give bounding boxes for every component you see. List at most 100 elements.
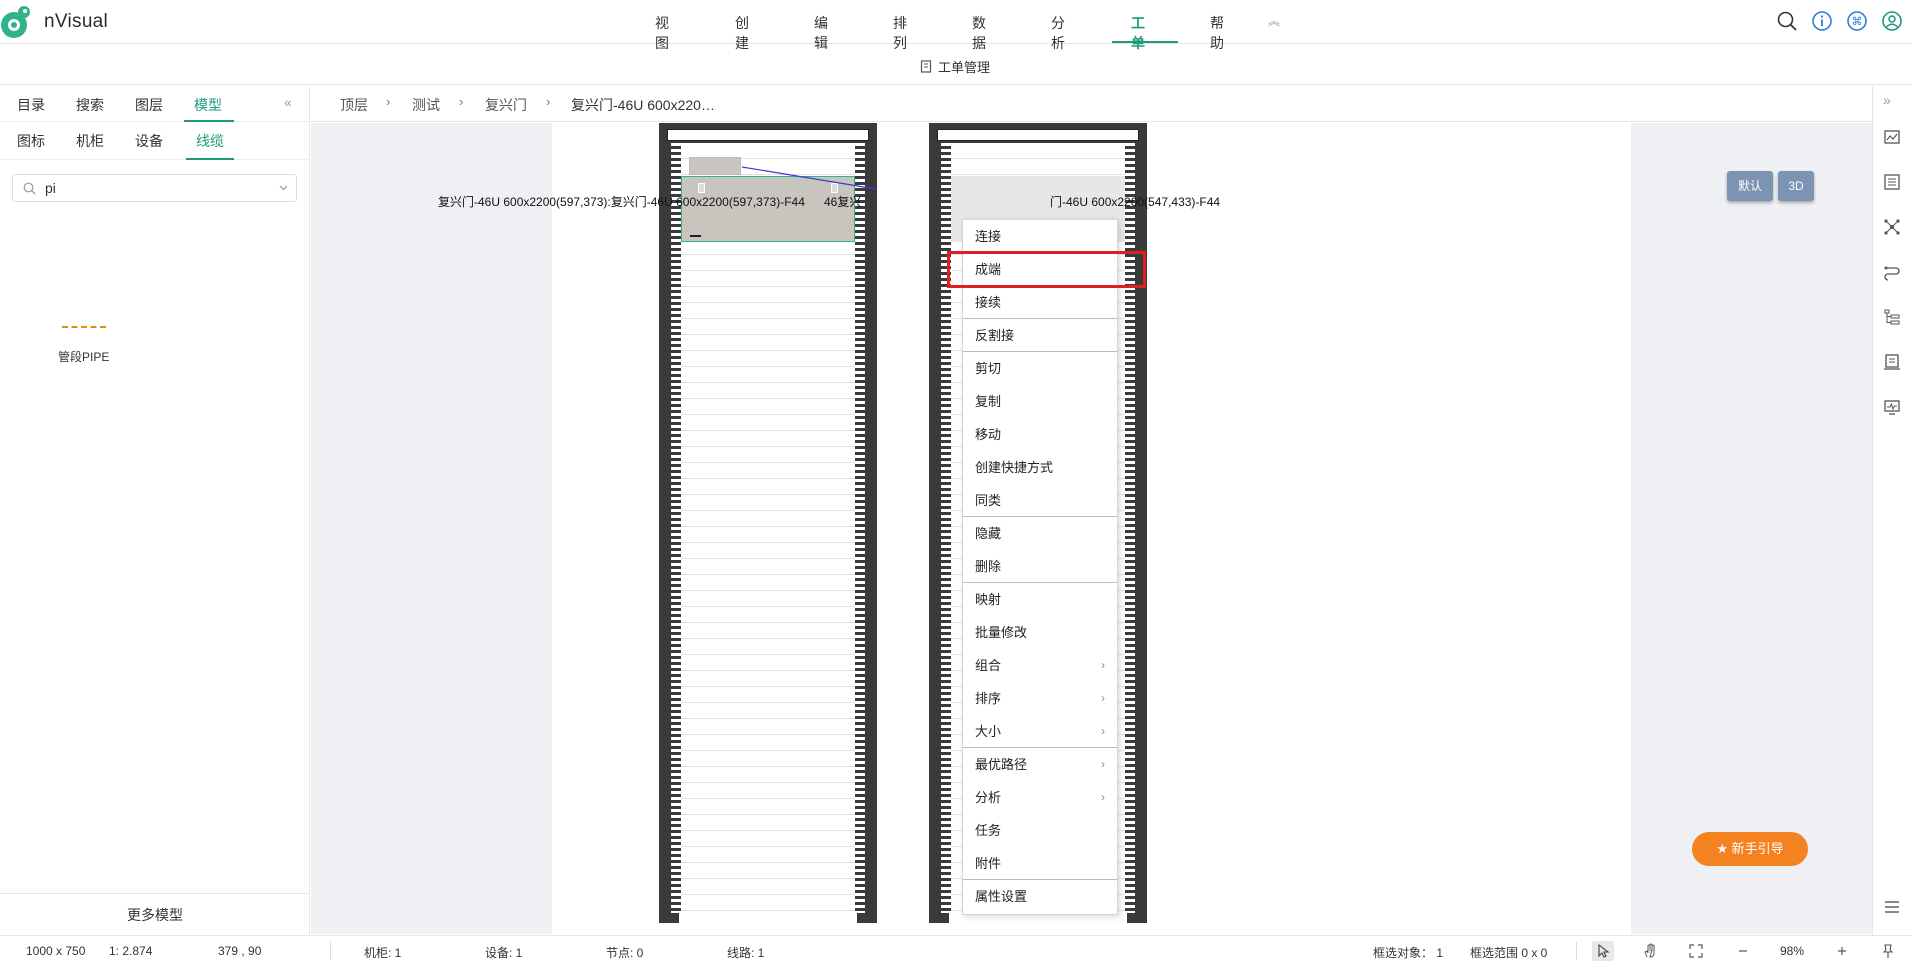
logo-mark-icon [1, 6, 30, 38]
search-icon[interactable] [1776, 10, 1798, 32]
subtab-cabinets[interactable]: 机柜 [76, 131, 104, 151]
breadcrumb-item[interactable]: 测试 [412, 95, 440, 115]
tab-layers[interactable]: 图层 [135, 95, 163, 115]
subtab-icons[interactable]: 图标 [17, 131, 45, 151]
breadcrumb-item[interactable]: 复兴门 [485, 95, 527, 115]
ctx-analysis[interactable]: 分析 › [963, 781, 1117, 814]
collapse-menu-icon[interactable]: ︽ [1268, 12, 1280, 29]
model-search-input[interactable] [45, 179, 265, 197]
breadcrumb-item[interactable]: 顶层 [340, 95, 368, 115]
port-icon [698, 183, 705, 193]
ctx-attachment[interactable]: 附件 [963, 847, 1117, 880]
thumbnail-icon[interactable] [1883, 128, 1901, 146]
report-icon[interactable] [1883, 353, 1901, 371]
ctx-group[interactable]: 组合 › [963, 649, 1117, 682]
ctx-hide[interactable]: 隐藏 [963, 517, 1117, 550]
rack-header [937, 129, 1139, 141]
monitor-icon[interactable] [1883, 398, 1901, 416]
pipe-model-preview[interactable] [62, 326, 106, 328]
topology-icon[interactable] [1883, 218, 1901, 236]
subtab-devices[interactable]: 设备 [135, 131, 163, 151]
command-icon[interactable]: ⌘ [1846, 10, 1868, 32]
ctx-same-type[interactable]: 同类 [963, 484, 1117, 517]
fullscreen-icon[interactable] [1688, 943, 1704, 959]
breadcrumb-current: 复兴门-46U 600x220… [571, 97, 715, 113]
ctx-splice[interactable]: 接续 [963, 286, 1117, 319]
chevron-down-icon[interactable] [279, 185, 288, 191]
collapse-icon[interactable]: » [1883, 92, 1901, 110]
top-toolbar: ⌘ [1776, 10, 1903, 32]
node-count: 节点: 0 [606, 946, 644, 960]
cabinet-count: 机柜: 1 [364, 946, 402, 960]
ctx-connect[interactable]: 连接 [963, 220, 1117, 253]
device-count: 设备: 1 [485, 946, 523, 960]
star-icon: ★ [1716, 841, 1728, 856]
ctx-properties[interactable]: 属性设置 [963, 880, 1117, 913]
beginner-guide-button[interactable]: ★ 新手引导 [1692, 832, 1808, 866]
collapse-panel-icon[interactable]: « [284, 94, 292, 110]
default-view-button[interactable]: 默认 [1727, 171, 1773, 201]
model-sub-tabs: 图标 机柜 设备 线缆 [0, 122, 310, 160]
ctx-delete[interactable]: 删除 [963, 550, 1117, 583]
device-indicator [690, 235, 701, 237]
canvas-scale: 1: 2.874 [109, 944, 153, 958]
ctx-size[interactable]: 大小 › [963, 715, 1117, 748]
cable-link[interactable] [740, 163, 880, 193]
3d-view-button[interactable]: 3D [1778, 171, 1814, 201]
building-icon [920, 60, 932, 73]
context-menu: 连接 成端 接续 反割接 剪切 复制 移动 创建快捷方式 同类 隐藏 删除 映射… [962, 219, 1118, 915]
ctx-map[interactable]: 映射 [963, 583, 1117, 616]
rack-rail [855, 143, 865, 913]
info-icon[interactable] [1811, 10, 1833, 32]
selected-count: 框选对象： 1 [1373, 946, 1444, 960]
tab-catalog[interactable]: 目录 [17, 95, 45, 115]
active-subtab-indicator [186, 158, 234, 160]
cursor-icon[interactable] [1595, 943, 1611, 959]
zoom-in-icon[interactable] [1834, 943, 1850, 959]
user-icon[interactable] [1881, 10, 1903, 32]
left-tabs: 目录 搜索 图层 模型 « [0, 86, 310, 122]
chevron-right-icon: › [1101, 691, 1105, 705]
highlight-annotation [947, 251, 1146, 288]
route-icon[interactable] [1883, 263, 1901, 281]
more-models-button[interactable]: 更多模型 [0, 893, 310, 935]
workorder-title: 工单管理 [920, 57, 990, 76]
chevron-right-icon: › [1101, 757, 1105, 771]
beginner-guide-label: 新手引导 [1731, 841, 1784, 856]
hand-icon[interactable] [1642, 943, 1658, 959]
floating-device[interactable] [689, 157, 741, 175]
list-icon[interactable] [1883, 173, 1901, 191]
tab-models[interactable]: 模型 [194, 95, 222, 115]
tree-icon[interactable] [1883, 308, 1901, 326]
ctx-copy[interactable]: 复制 [963, 385, 1117, 418]
active-menu-indicator [1112, 41, 1178, 43]
zoom-level: 98% [1780, 944, 1805, 958]
subtab-cables[interactable]: 线缆 [196, 131, 224, 151]
ctx-batch-edit[interactable]: 批量修改 [963, 616, 1117, 649]
status-divider [330, 942, 331, 960]
menu-icon[interactable] [1883, 898, 1901, 916]
rack-units [679, 143, 857, 923]
ctx-optimal-path[interactable]: 最优路径 › [963, 748, 1117, 781]
pin-icon[interactable] [1880, 943, 1896, 959]
zoom-out-icon[interactable] [1735, 943, 1751, 959]
ctx-task[interactable]: 任务 [963, 814, 1117, 847]
selection-range: 框选范围 0 x 0 [1470, 946, 1548, 960]
ctx-sort[interactable]: 排序 › [963, 682, 1117, 715]
device-label-left: 复兴门-46U 600x2200(597,373):复兴门-46U 600x22… [438, 195, 805, 209]
svg-text:⌘: ⌘ [1852, 15, 1863, 28]
breadcrumb-separator-icon: › [459, 94, 464, 109]
cabinet-left[interactable] [659, 123, 877, 923]
link-count: 线路: 1 [727, 946, 765, 960]
sub-header: 工单管理 [0, 45, 1911, 85]
ctx-reverse-cutover[interactable]: 反割接 [963, 319, 1117, 352]
chevron-right-icon: › [1101, 658, 1105, 672]
tab-search[interactable]: 搜索 [76, 95, 104, 115]
chevron-right-icon: › [1101, 724, 1105, 738]
pipe-model-label[interactable]: 管段PIPE [58, 348, 109, 365]
ctx-create-shortcut[interactable]: 创建快捷方式 [963, 451, 1117, 484]
app-logo[interactable]: nVisual [0, 4, 108, 40]
canvas-size: 1000 x 750 [26, 944, 86, 958]
ctx-move[interactable]: 移动 [963, 418, 1117, 451]
ctx-cut[interactable]: 剪切 [963, 352, 1117, 385]
